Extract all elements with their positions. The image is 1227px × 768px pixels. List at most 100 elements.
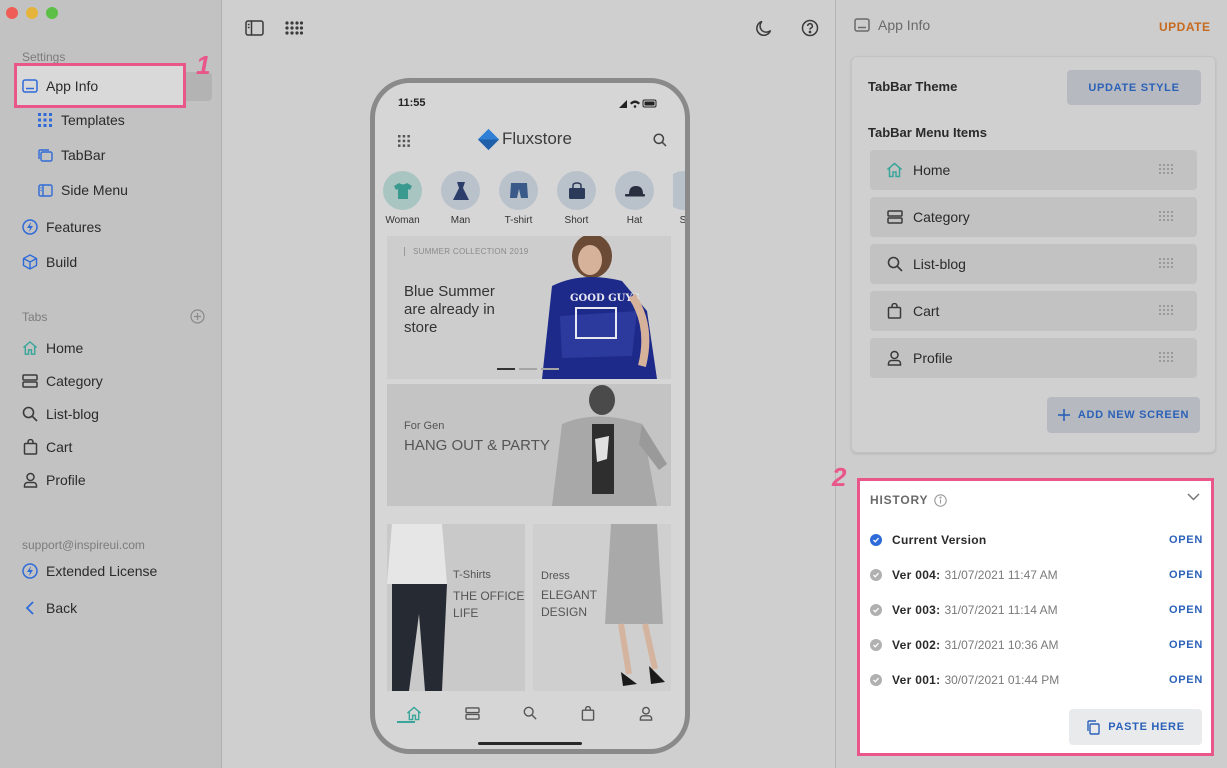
minimize-window-button[interactable] [26,7,38,19]
sidebar-item-label: Build [46,254,78,270]
paste-here-label: PASTE HERE [1108,721,1185,733]
menu-item-label: Home [913,162,951,178]
fluxstore-logo-icon [477,128,500,150]
add-tab-icon[interactable] [190,309,205,324]
info-icon [934,493,948,507]
menu-item-home[interactable]: Home [870,150,1197,190]
sidebar-item-label: List-blog [46,406,99,422]
drag-handle-icon[interactable] [1159,352,1173,362]
close-window-button[interactable] [6,7,18,19]
sidebar-item-label: Templates [61,112,125,128]
home-icon[interactable] [405,704,423,722]
dark-mode-moon-icon[interactable] [754,18,774,38]
support-email[interactable]: support@inspireui.com [22,538,145,552]
side-menu-icon [37,182,53,198]
banner-sub: T-Shirts [453,569,491,581]
category-icon[interactable] [463,704,481,722]
sidebar-item-extended-license[interactable]: Extended License [22,556,157,586]
sidebar-item-back[interactable]: Back [22,593,77,623]
window-controls [6,7,58,19]
banner-title: HANG OUT & PARTY [404,437,550,454]
open-version-button[interactable]: OPEN [1169,569,1203,581]
phone-search-icon[interactable] [653,133,667,147]
menu-item-label: List-blog [913,256,966,272]
banner-sub: Dress [541,570,570,582]
search-icon[interactable] [521,704,539,722]
open-version-button[interactable]: OPEN [1169,674,1203,686]
user-icon[interactable] [637,704,655,722]
category-more[interactable]: S [673,171,685,226]
tabs-section-label: Tabs [22,310,48,324]
category-tshirt[interactable]: T-shirt [499,171,538,226]
menu-item-cart[interactable]: Cart [870,291,1197,331]
help-icon[interactable] [800,18,820,38]
bag-icon [22,439,38,455]
search-icon [886,256,903,273]
open-version-button[interactable]: OPEN [1169,534,1203,546]
tabbar-theme-label: TabBar Theme [868,79,958,94]
history-panel: HISTORY Current Version OPEN Ver 004: 31… [857,478,1214,756]
banner-title: ELEGANT DESIGN [541,588,598,619]
sidebar-tab-home[interactable]: Home [22,333,83,363]
sidebar-item-label: Home [46,340,84,356]
phone-menu-icon[interactable] [398,135,410,147]
settings-section-label: Settings [22,50,66,64]
sidebar-item-app-info[interactable]: App Info [22,71,98,101]
hat-icon [615,171,654,210]
category-woman[interactable]: Woman [383,171,422,226]
model-photo-tshirt [387,524,447,691]
category-man[interactable]: Man [441,171,480,226]
sidebar-item-label: Side Menu [61,182,128,198]
chevron-down-icon[interactable] [1187,493,1200,501]
sidebar-item-side-menu[interactable]: Side Menu [37,175,128,205]
banner-dress[interactable]: Dress ELEGANT DESIGN [533,524,671,691]
add-new-screen-button[interactable]: ADD NEW SCREEN [1047,397,1200,433]
open-version-button[interactable]: OPEN [1169,639,1203,651]
plus-icon [1057,409,1070,421]
sidebar-tab-category[interactable]: Category [22,366,103,396]
app-info-icon [22,78,38,94]
drag-handle-icon[interactable] [1159,305,1173,315]
sidebar-tab-profile[interactable]: Profile [22,465,86,495]
category-hat[interactable]: Hat [615,171,654,226]
tshirt-icon [383,171,422,210]
brand-name: Fluxstore [502,129,572,148]
category-short[interactable]: Short [557,171,596,226]
drag-handle-icon[interactable] [1159,211,1173,221]
banner-hang-out[interactable]: For Gen HANG OUT & PARTY [387,384,671,506]
menu-item-list-blog[interactable]: List-blog [870,244,1197,284]
history-row: Ver 001: 30/07/2021 01:44 PM OPEN [870,670,1203,690]
history-header[interactable]: HISTORY [870,493,948,507]
bag-icon[interactable] [579,704,597,722]
sidebar-item-label: App Info [46,78,99,94]
apps-grid-icon[interactable] [284,18,304,38]
banner-summer-collection[interactable]: SUMMER COLLECTION 2019 Blue Summer are a… [387,236,671,379]
drag-handle-icon[interactable] [1159,164,1173,174]
tabbar-icon [37,147,53,163]
sidebar-item-features[interactable]: Features [22,212,101,242]
sidebar-item-tabbar[interactable]: TabBar [37,140,105,170]
bolt-icon [22,563,38,579]
banner-sub: For Gen [404,420,445,432]
sidebar-item-label: Back [46,600,78,616]
menu-item-category[interactable]: Category [870,197,1197,237]
user-icon [22,472,38,488]
update-button[interactable]: UPDATE [1159,20,1210,34]
update-style-button[interactable]: UPDATE STYLE [1067,70,1201,105]
sidebar-item-templates[interactable]: Templates [37,105,125,135]
toggle-sidebar-icon[interactable] [244,18,264,38]
history-title: HISTORY [870,493,929,507]
banner-title: Blue Summer are already in store [404,283,495,336]
paste-here-button[interactable]: PASTE HERE [1069,709,1202,745]
drag-handle-icon[interactable] [1159,258,1173,268]
sidebar-tab-cart[interactable]: Cart [22,432,72,462]
menu-item-profile[interactable]: Profile [870,338,1197,378]
version-check-icon [870,639,882,651]
shorts-icon [499,171,538,210]
banner-tshirts[interactable]: T-Shirts THE OFFICE LIFE [387,524,525,691]
zoom-window-button[interactable] [46,7,58,19]
sidebar-item-label: Features [46,219,102,235]
sidebar-tab-list-blog[interactable]: List-blog [22,399,99,429]
sidebar-item-build[interactable]: Build [22,247,77,277]
open-version-button[interactable]: OPEN [1169,604,1203,616]
